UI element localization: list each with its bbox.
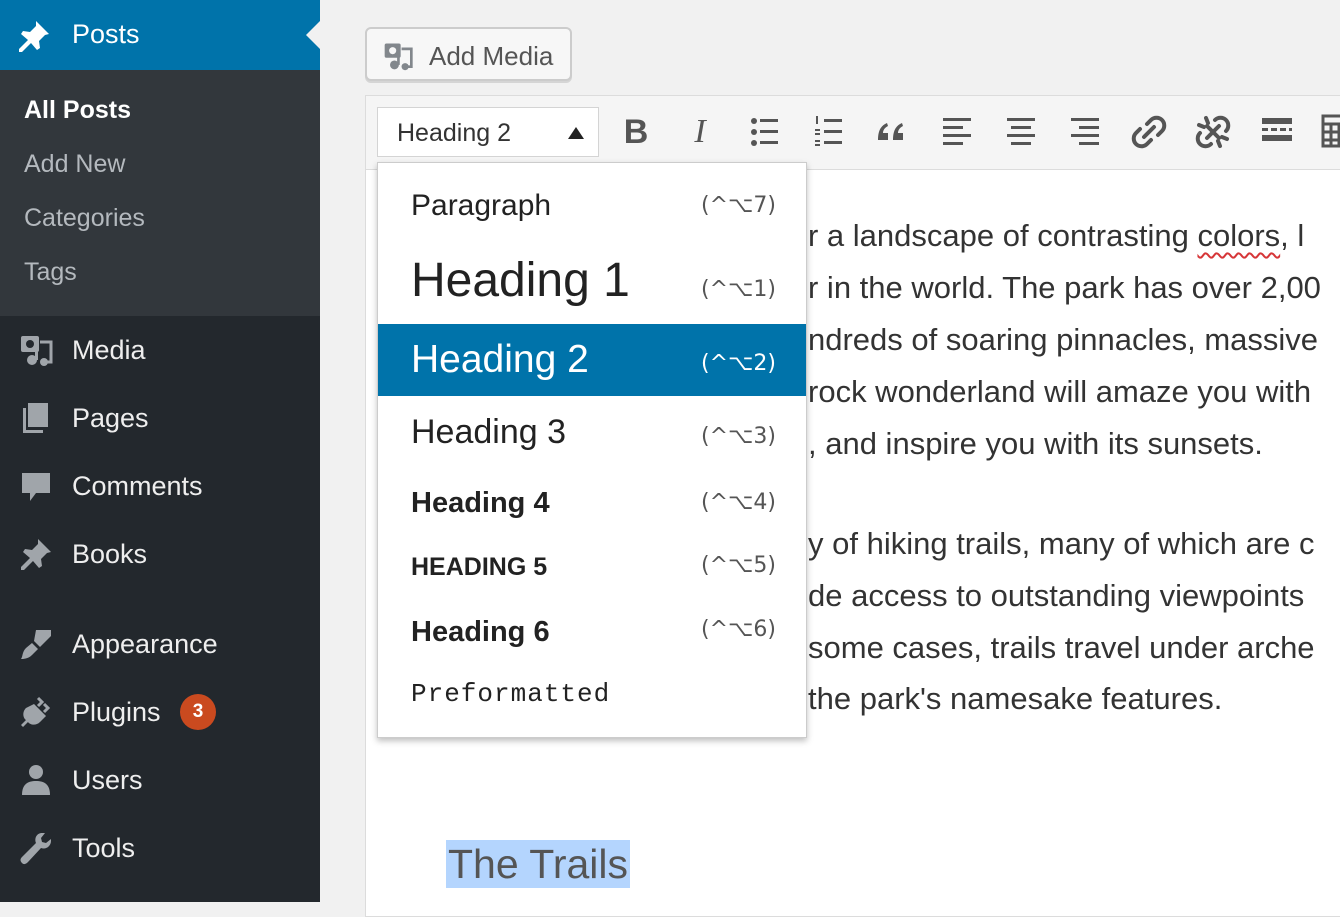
format-option-label: Paragraph	[411, 189, 552, 222]
format-option-label: Heading 1	[411, 254, 630, 307]
sidebar-item-label: Media	[72, 334, 146, 365]
format-option-preformatted[interactable]: Preformatted	[378, 669, 806, 725]
read-more-icon[interactable]	[1255, 110, 1299, 154]
wrench-icon	[20, 833, 51, 865]
submenu-add-new[interactable]: Add New	[24, 150, 125, 179]
format-option-heading-4[interactable]: Heading 4 (^⌥4)	[378, 473, 806, 531]
sidebar-item-appearance[interactable]: Appearance	[0, 619, 320, 669]
sidebar-item-tools[interactable]: Tools	[0, 823, 320, 873]
sidebar-item-label: Posts	[72, 19, 140, 49]
format-option-shortcut: (^⌥7)	[701, 193, 776, 218]
users-icon	[22, 765, 50, 795]
sidebar-item-posts[interactable]: Posts	[0, 0, 320, 70]
media-icon	[384, 43, 413, 71]
align-center-icon[interactable]	[999, 110, 1043, 154]
sidebar-item-label: Comments	[72, 470, 203, 501]
submenu-categories[interactable]: Categories	[24, 204, 145, 233]
sidebar-item-plugins[interactable]: Plugins 3	[0, 687, 320, 737]
sidebar-item-comments[interactable]: Comments	[0, 461, 320, 511]
align-left-icon[interactable]	[935, 110, 979, 154]
format-option-label: Heading 2	[411, 338, 589, 381]
sidebar-item-label: Pages	[72, 402, 149, 433]
italic-icon[interactable]: I	[678, 113, 722, 151]
sidebar-item-media[interactable]: Media	[0, 325, 320, 375]
paintbrush-icon	[21, 630, 51, 659]
submenu-all-posts[interactable]: All Posts	[24, 96, 131, 125]
format-option-paragraph[interactable]: Paragraph (^⌥7)	[378, 181, 806, 231]
format-select-value: Heading 2	[397, 119, 511, 147]
format-option-shortcut: (^⌥5)	[701, 553, 776, 578]
format-option-label: Heading 3	[411, 413, 567, 451]
sidebar-item-label: Users	[72, 764, 143, 795]
format-option-shortcut: (^⌥4)	[701, 490, 776, 515]
pin-icon	[21, 539, 51, 570]
paragraph-line: y of hiking trails, many of which are c	[808, 526, 1315, 561]
sidebar-item-pages[interactable]: Pages	[0, 393, 320, 443]
sidebar-item-books[interactable]: Books	[0, 529, 320, 579]
paragraph-line: r in the world. The park has over 2,00	[808, 270, 1321, 305]
toolbar-toggle-icon[interactable]	[1316, 110, 1340, 154]
bullet-list-icon[interactable]	[743, 110, 787, 154]
paragraph-line: the park's namesake features.	[808, 681, 1223, 716]
bold-icon[interactable]: B	[614, 113, 658, 152]
admin-sidebar: Posts All Posts Add New Categories Tags …	[0, 0, 320, 902]
paragraph-line: de access to outstanding viewpoints	[808, 578, 1305, 613]
add-media-label: Add Media	[429, 41, 554, 71]
format-option-label: Preformatted	[411, 679, 611, 709]
update-count-badge: 3	[180, 694, 216, 730]
format-option-shortcut: (^⌥6)	[701, 617, 776, 642]
plugin-icon	[21, 696, 51, 727]
align-right-icon[interactable]	[1063, 110, 1107, 154]
format-option-heading-2[interactable]: Heading 2 (^⌥2)	[378, 324, 806, 396]
sidebar-item-label: Appearance	[72, 628, 218, 659]
pages-icon	[23, 403, 48, 433]
paragraph-line: , and inspire you with its sunsets.	[808, 426, 1263, 461]
posts-submenu: All Posts Add New Categories Tags	[0, 70, 320, 316]
comments-icon	[22, 473, 50, 501]
media-icon	[21, 336, 53, 366]
submenu-tags[interactable]: Tags	[24, 258, 77, 287]
format-option-label: HEADING 5	[411, 553, 548, 581]
pin-icon	[19, 21, 49, 52]
sidebar-item-label: Plugins	[72, 696, 161, 727]
numbered-list-icon[interactable]	[807, 110, 851, 154]
format-option-heading-3[interactable]: Heading 3 (^⌥3)	[378, 399, 806, 463]
blockquote-icon[interactable]	[871, 110, 915, 154]
paragraph-line: r a landscape of contrasting colors, l	[808, 218, 1305, 253]
unlink-icon[interactable]	[1191, 110, 1235, 154]
sidebar-item-label: Tools	[72, 832, 136, 863]
format-option-shortcut: (^⌥1)	[701, 277, 776, 302]
format-option-shortcut: (^⌥3)	[701, 424, 776, 449]
paragraph-line: ndreds of soaring pinnacles, massive	[808, 322, 1319, 357]
format-select[interactable]: Heading 2	[377, 107, 599, 157]
format-option-label: Heading 4	[411, 487, 550, 519]
sidebar-item-label: Books	[72, 538, 148, 569]
misspelled-word: colors	[1197, 218, 1281, 253]
caret-up-icon	[568, 127, 584, 139]
add-media-button[interactable]: Add Media	[365, 27, 572, 81]
format-option-heading-5[interactable]: HEADING 5 (^⌥5)	[378, 539, 806, 595]
paragraph-line: rock wonderland will amaze you with	[808, 374, 1312, 409]
selected-heading-text[interactable]: The Trails	[446, 840, 630, 888]
sidebar-item-users[interactable]: Users	[0, 755, 320, 805]
format-option-label: Heading 6	[411, 616, 550, 648]
active-indicator	[306, 21, 320, 49]
format-option-heading-1[interactable]: Heading 1 (^⌥1)	[378, 241, 806, 321]
paragraph-line: some cases, trails travel under arche	[808, 630, 1315, 665]
format-dropdown-menu: Paragraph (^⌥7) Heading 1 (^⌥1) Heading …	[377, 162, 807, 738]
link-icon[interactable]	[1127, 110, 1171, 154]
format-option-shortcut: (^⌥2)	[701, 351, 776, 376]
format-option-heading-6[interactable]: Heading 6 (^⌥6)	[378, 603, 806, 659]
